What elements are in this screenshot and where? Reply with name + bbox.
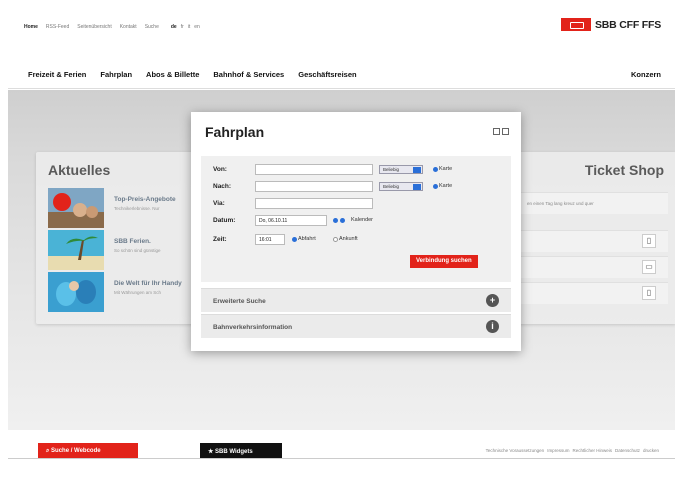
via-label: Via:: [213, 200, 225, 207]
util-link-search[interactable]: Suche: [145, 24, 159, 30]
util-link-sitemap[interactable]: Seitenübersicht: [77, 24, 111, 30]
nach-label: Nach:: [213, 183, 232, 190]
news-thumbnail-image: [48, 272, 104, 312]
ankunft-label: Ankunft: [339, 236, 358, 242]
footer-link[interactable]: Impressum: [547, 448, 569, 453]
radio-unselected-icon: [333, 236, 338, 242]
abfahrt-radio[interactable]: Abfahrt: [292, 236, 316, 242]
via-input[interactable]: [255, 198, 373, 209]
news-title: Top-Preis-Angebote: [114, 196, 176, 203]
window-controls[interactable]: [493, 128, 509, 135]
card-icon: ▭: [642, 260, 656, 274]
map-icon: [433, 166, 438, 172]
page-bottom-divider: [8, 458, 675, 459]
erweiterte-suche-label: Erweiterte Suche: [213, 298, 266, 305]
ticket-shop-row[interactable]: ▯: [521, 230, 668, 252]
language-switcher: de fr it en: [171, 24, 200, 30]
nav-divider: [8, 88, 675, 89]
ticket-shop-panel: Ticket Shop en einen Tag lang kreuz und …: [513, 152, 675, 324]
verbindung-suchen-button[interactable]: Verbindung suchen: [410, 255, 478, 268]
karte-label: Karte: [439, 166, 453, 172]
datum-input[interactable]: [255, 215, 327, 226]
nav-freizeit[interactable]: Freizeit & Ferien: [28, 70, 86, 79]
kalender-link[interactable]: Kalender: [333, 217, 373, 223]
footer-link[interactable]: drucken: [643, 448, 659, 453]
ticket-shop-title: Ticket Shop: [584, 162, 664, 178]
news-title: Die Welt für Ihr Handy: [114, 280, 182, 287]
sbb-logo[interactable]: SBB CFF FFS: [560, 18, 661, 31]
lang-en[interactable]: en: [194, 24, 200, 30]
nach-input[interactable]: [255, 181, 373, 192]
map-icon: [433, 183, 438, 189]
von-input[interactable]: [255, 164, 373, 175]
search-webcode-button[interactable]: ⌕ Suche / Webcode: [38, 443, 138, 458]
bahnverkehrsinfo-row[interactable]: Bahnverkehrsinformation i: [201, 314, 511, 338]
ticket-icon: ▯: [642, 286, 656, 300]
nav-bahnhof[interactable]: Bahnhof & Services: [213, 70, 284, 79]
ticket-shop-row[interactable]: en einen Tag lang kreuz und quer: [521, 192, 668, 214]
news-desc: Mit Währungen am Sch: [114, 290, 162, 295]
util-link-rss[interactable]: RSS-Feed: [46, 24, 69, 30]
main-nav: Freizeit & Ferien Fahrplan Abos & Billet…: [28, 70, 675, 79]
page-frame: Home RSS-Feed Seitenübersicht Kontakt Su…: [8, 6, 675, 458]
ticket-shop-desc: en einen Tag lang kreuz und quer: [527, 201, 594, 206]
timetable-form: Von: Beliebig Karte Nach: Beliebig Karte…: [201, 156, 511, 282]
news-desc: Technikerlebnisse. Nur: [114, 206, 160, 211]
von-select[interactable]: Beliebig: [379, 165, 423, 174]
bahnverkehrsinfo-label: Bahnverkehrsinformation: [213, 324, 293, 331]
sbb-logo-icon: [560, 18, 591, 31]
search-webcode-label: Suche / Webcode: [51, 448, 101, 454]
util-link-contact[interactable]: Kontakt: [120, 24, 137, 30]
maximize-icon[interactable]: [502, 128, 509, 135]
util-link-home[interactable]: Home: [24, 24, 38, 30]
zeit-label: Zeit:: [213, 236, 227, 243]
nach-karte-link[interactable]: Karte: [433, 183, 452, 189]
footer-links: Technische Voraussetzungen Impressum Rec…: [486, 448, 659, 453]
next-day-icon[interactable]: [340, 217, 345, 223]
news-thumbnail-image: [48, 188, 104, 228]
utility-nav: Home RSS-Feed Seitenübersicht Kontakt Su…: [24, 24, 200, 30]
karte-label: Karte: [439, 183, 453, 189]
news-title: SBB Ferien.: [114, 238, 151, 245]
radio-selected-icon: [292, 236, 297, 242]
news-thumbnail-image: [48, 230, 104, 270]
sbb-logo-text: SBB CFF FFS: [594, 18, 661, 31]
sbb-widgets-button[interactable]: ★ SBB Widgets: [200, 443, 282, 458]
lang-it[interactable]: it: [188, 24, 191, 30]
prev-day-icon[interactable]: [333, 217, 338, 223]
nav-fahrplan[interactable]: Fahrplan: [100, 70, 132, 79]
datum-label: Datum:: [213, 217, 236, 224]
nav-geschaeftsreisen[interactable]: Geschäftsreisen: [298, 70, 356, 79]
zeit-input[interactable]: [255, 234, 285, 245]
erweiterte-suche-row[interactable]: Erweiterte Suche +: [201, 288, 511, 312]
von-karte-link[interactable]: Karte: [433, 166, 452, 172]
fahrplan-title: Fahrplan: [205, 124, 265, 140]
nav-konzern[interactable]: Konzern: [631, 70, 661, 79]
footer-link[interactable]: Datenschutz: [615, 448, 640, 453]
von-label: Von:: [213, 166, 227, 173]
nav-abos[interactable]: Abos & Billette: [146, 70, 199, 79]
sbb-widgets-label: SBB Widgets: [215, 449, 253, 455]
ticket-shop-row[interactable]: ▭: [521, 256, 668, 278]
kalender-label: Kalender: [351, 217, 374, 223]
ticket-icon: ▯: [642, 234, 656, 248]
info-icon[interactable]: i: [486, 320, 499, 333]
ankunft-radio[interactable]: Ankunft: [333, 236, 358, 242]
minimize-icon[interactable]: [493, 128, 500, 135]
news-desc: So schön sind günstige: [114, 248, 161, 253]
ticket-shop-row[interactable]: ▯: [521, 282, 668, 304]
footer-link[interactable]: Rechtlicher Hinweis: [572, 448, 612, 453]
plus-icon[interactable]: +: [486, 294, 499, 307]
lang-de[interactable]: de: [171, 24, 177, 30]
fahrplan-modal: Fahrplan Von: Beliebig Karte Nach: Belie…: [191, 112, 521, 351]
abfahrt-label: Abfahrt: [298, 236, 316, 242]
footer-link[interactable]: Technische Voraussetzungen: [486, 448, 545, 453]
lang-fr[interactable]: fr: [181, 24, 184, 30]
star-icon: ★: [208, 449, 216, 455]
nach-select[interactable]: Beliebig: [379, 182, 423, 191]
